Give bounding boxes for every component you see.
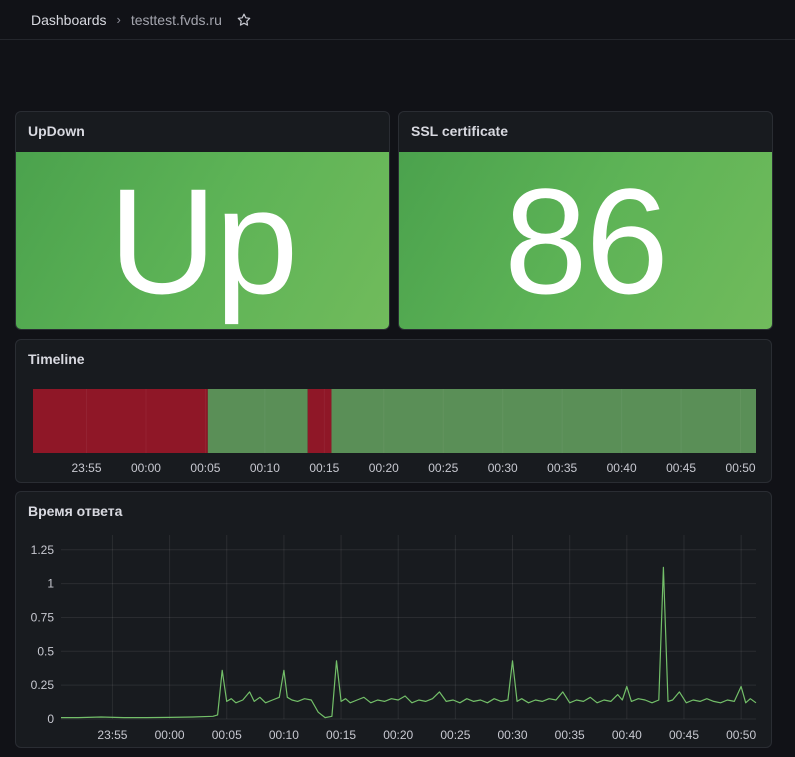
chart-x-tick: 00:30 — [498, 728, 528, 742]
star-icon[interactable] — [236, 12, 252, 28]
response-time-chart[interactable]: 0 0.25 0.5 0.75 1 1.25 23:55 00:00 00:05 00:10 00:… — [16, 492, 772, 748]
chart-x-tick: 00:15 — [326, 728, 356, 742]
timeline-x-tick: 00:25 — [428, 461, 458, 475]
chart-x-tick: 23:55 — [97, 728, 127, 742]
timeline-x-tick: 00:40 — [607, 461, 637, 475]
top-nav-bar: Dashboards › testtest.fvds.ru — [0, 0, 795, 40]
timeline-panel: Timeline 23:55 00:00 00:05 00:10 00:15 00:20 0… — [15, 339, 772, 483]
chart-x-tick: 00:45 — [669, 728, 699, 742]
stat-background: 86 — [399, 152, 772, 329]
timeline-x-tick: 00:05 — [190, 461, 220, 475]
timeline-x-tick: 00:30 — [488, 461, 518, 475]
breadcrumb-separator: › — [116, 12, 121, 27]
timeline-segment-up — [207, 389, 308, 453]
timeline-segment-up — [331, 389, 756, 453]
timeline-x-tick: 00:10 — [250, 461, 280, 475]
breadcrumb-current-dashboard: testtest.fvds.ru — [130, 11, 222, 28]
chart-y-tick: 0.75 — [31, 610, 55, 624]
timeline-x-tick: 00:35 — [547, 461, 577, 475]
timeline-segment-down — [33, 389, 208, 453]
chart-x-tick: 00:50 — [726, 728, 756, 742]
panel-title[interactable]: SSL certificate — [411, 123, 508, 139]
timeline-x-tick: 00:15 — [309, 461, 339, 475]
chart-y-tick: 0.5 — [37, 644, 54, 658]
updown-panel: UpDown Up — [15, 111, 390, 330]
chart-x-tick: 00:35 — [555, 728, 585, 742]
timeline-x-tick: 00:00 — [131, 461, 161, 475]
chart-x-tick: 00:25 — [440, 728, 470, 742]
chart-x-tick: 00:00 — [155, 728, 185, 742]
timeline-x-tick: 00:20 — [369, 461, 399, 475]
timeline-x-tick: 23:55 — [71, 461, 101, 475]
chart-y-tick: 1.25 — [31, 543, 55, 557]
timeline-x-tick: 00:50 — [726, 461, 756, 475]
stat-background: Up — [16, 152, 389, 329]
chart-y-tick: 0.25 — [31, 678, 55, 692]
response-time-panel: Время ответа 0 0.25 0.5 0.75 1 1.25 23:55 00:00… — [15, 491, 772, 748]
breadcrumb-dashboards-link[interactable]: Dashboards — [31, 12, 107, 28]
chart-x-tick: 00:40 — [612, 728, 642, 742]
chart-x-tick: 00:10 — [269, 728, 299, 742]
timeline-x-tick: 00:45 — [666, 461, 696, 475]
stat-value: 86 — [504, 156, 669, 325]
chart-x-tick: 00:20 — [383, 728, 413, 742]
chart-y-tick: 0 — [47, 712, 54, 726]
panel-title[interactable]: UpDown — [28, 123, 85, 139]
stat-value: Up — [108, 156, 299, 325]
timeline-chart[interactable]: 23:55 00:00 00:05 00:10 00:15 00:20 00:25 00:30… — [16, 340, 772, 483]
chart-y-tick: 1 — [47, 577, 54, 591]
timeline-segment-down — [307, 389, 332, 453]
chart-x-tick: 00:05 — [212, 728, 242, 742]
response-time-series-line — [61, 566, 757, 719]
ssl-certificate-panel: SSL certificate 86 — [398, 111, 773, 330]
